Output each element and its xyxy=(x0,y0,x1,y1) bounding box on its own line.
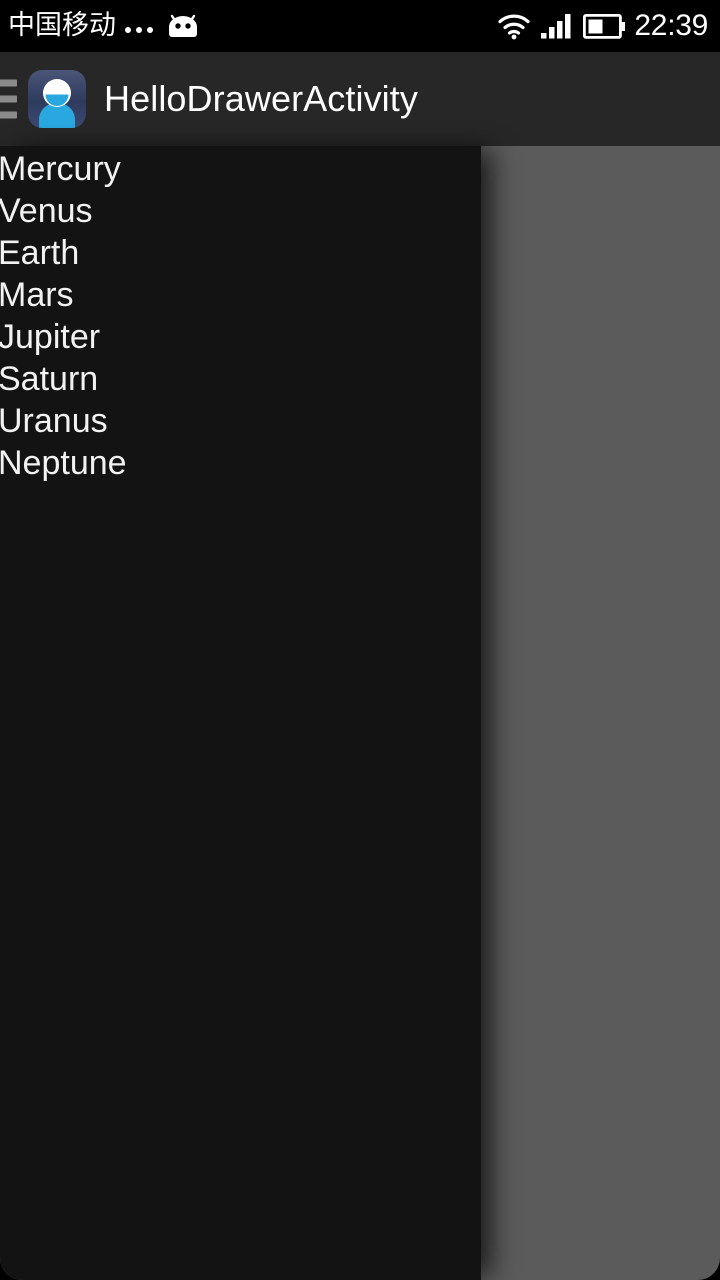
more-dots-icon xyxy=(125,26,153,33)
list-item[interactable]: Mercury xyxy=(0,148,481,190)
list-item[interactable]: Neptune xyxy=(0,442,481,484)
drawer-item-list: Mercury Venus Earth Mars Jupiter Saturn … xyxy=(0,148,481,484)
android-robot-icon xyxy=(169,14,197,37)
list-item[interactable]: Uranus xyxy=(0,400,481,442)
clock-label: 22:39 xyxy=(634,9,708,42)
battery-half-icon xyxy=(583,13,626,39)
list-item[interactable]: Earth xyxy=(0,232,481,274)
hamburger-menu-icon[interactable] xyxy=(0,79,17,119)
navigation-drawer: Mercury Venus Earth Mars Jupiter Saturn … xyxy=(0,146,481,1280)
person-avatar-app-icon xyxy=(28,70,86,128)
status-bar-left-group: 中国移动 xyxy=(0,11,201,41)
app-bar: HelloDrawerActivity xyxy=(0,52,720,146)
cellular-signal-icon xyxy=(541,14,571,39)
status-bar: 中国移动 22:39 xyxy=(0,0,720,52)
carrier-label: 中国移动 xyxy=(8,10,116,41)
wifi-icon xyxy=(498,14,531,40)
list-item[interactable]: Saturn xyxy=(0,358,481,400)
status-bar-right-group: 22:39 xyxy=(497,10,720,42)
android-phone-screen: 中国移动 22:39 HelloDrawerActivity Mercury V… xyxy=(0,0,720,1280)
list-item[interactable]: Jupiter xyxy=(0,316,481,358)
list-item[interactable]: Mars xyxy=(0,274,481,316)
list-item[interactable]: Venus xyxy=(0,190,481,232)
page-title: HelloDrawerActivity xyxy=(104,78,418,119)
